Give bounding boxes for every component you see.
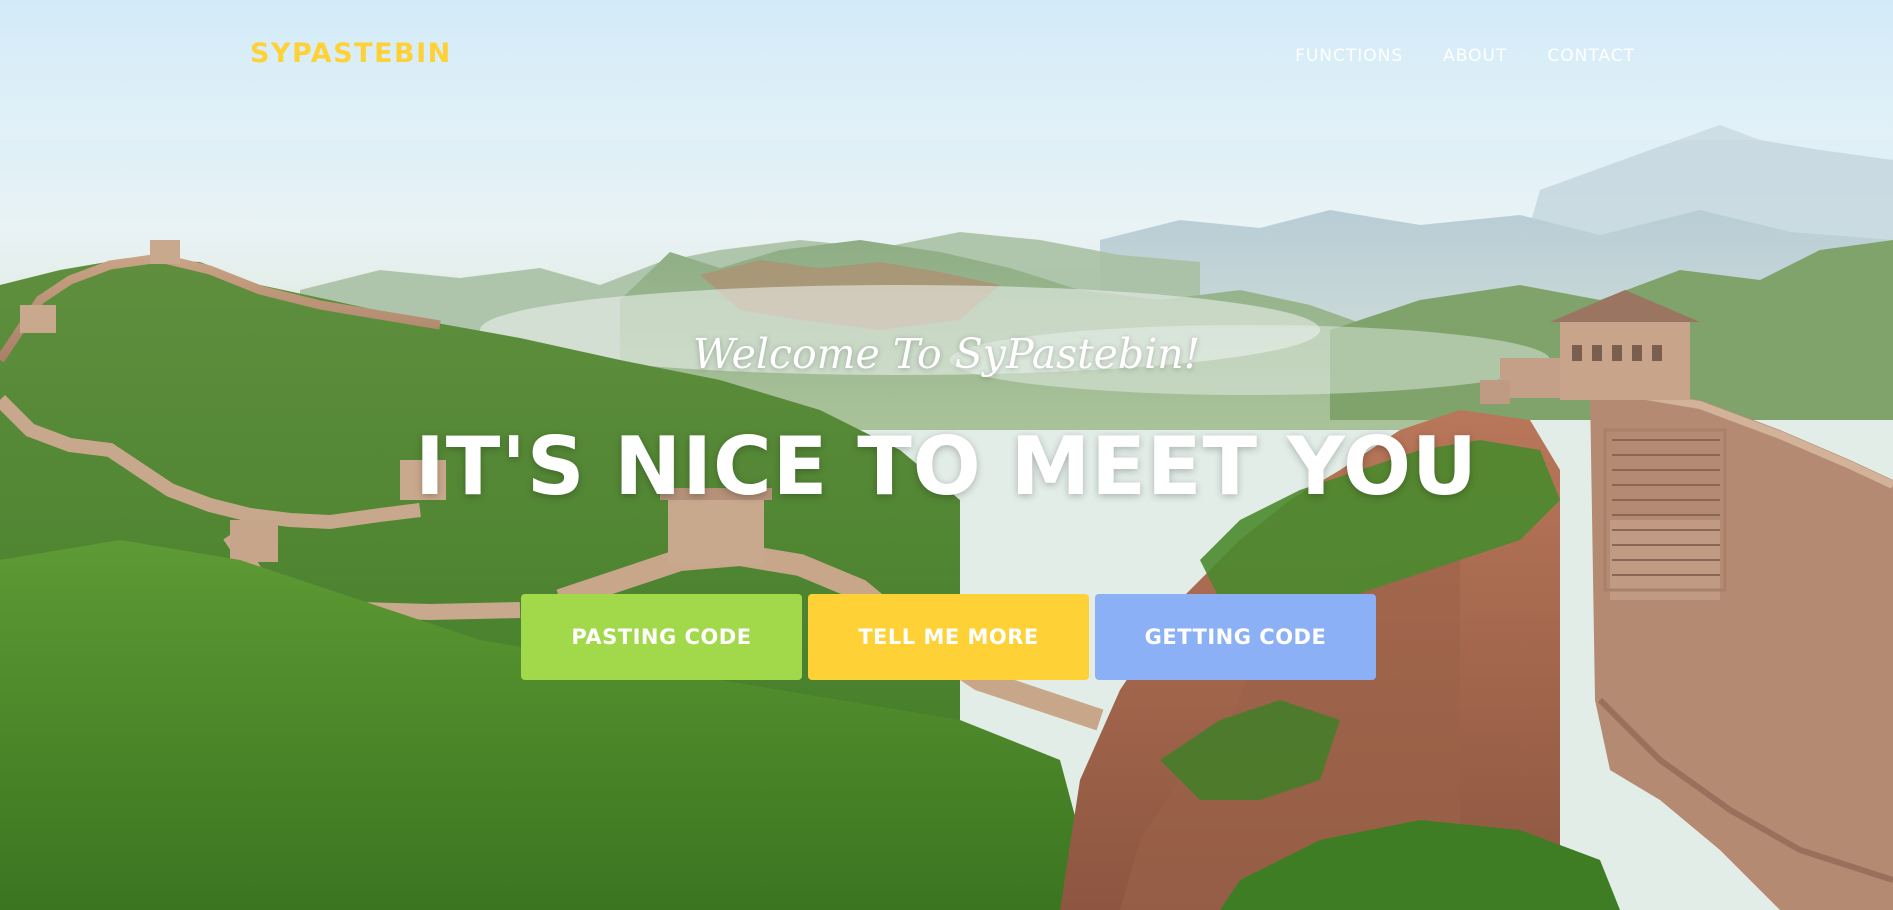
nav-links: FUNCTIONS ABOUT CONTACT xyxy=(1295,46,1635,66)
brand-logo[interactable]: SYPASTEBIN xyxy=(250,38,452,69)
nav-link-about[interactable]: ABOUT xyxy=(1443,46,1507,66)
nav-link-contact[interactable]: CONTACT xyxy=(1547,46,1635,66)
hero-buttons: PASTING CODE TELL ME MORE GETTING CODE xyxy=(521,594,1376,680)
getting-code-button[interactable]: GETTING CODE xyxy=(1095,594,1376,680)
nav-link-functions[interactable]: FUNCTIONS xyxy=(1295,46,1403,66)
pasting-code-button[interactable]: PASTING CODE xyxy=(521,594,802,680)
top-navbar: SYPASTEBIN FUNCTIONS ABOUT CONTACT xyxy=(0,0,1893,115)
hero-lead-in: Welcome To SyPastebin! xyxy=(692,330,1201,378)
tell-me-more-button[interactable]: TELL ME MORE xyxy=(808,594,1089,680)
hero-heading: IT'S NICE TO MEET YOU xyxy=(414,420,1479,513)
